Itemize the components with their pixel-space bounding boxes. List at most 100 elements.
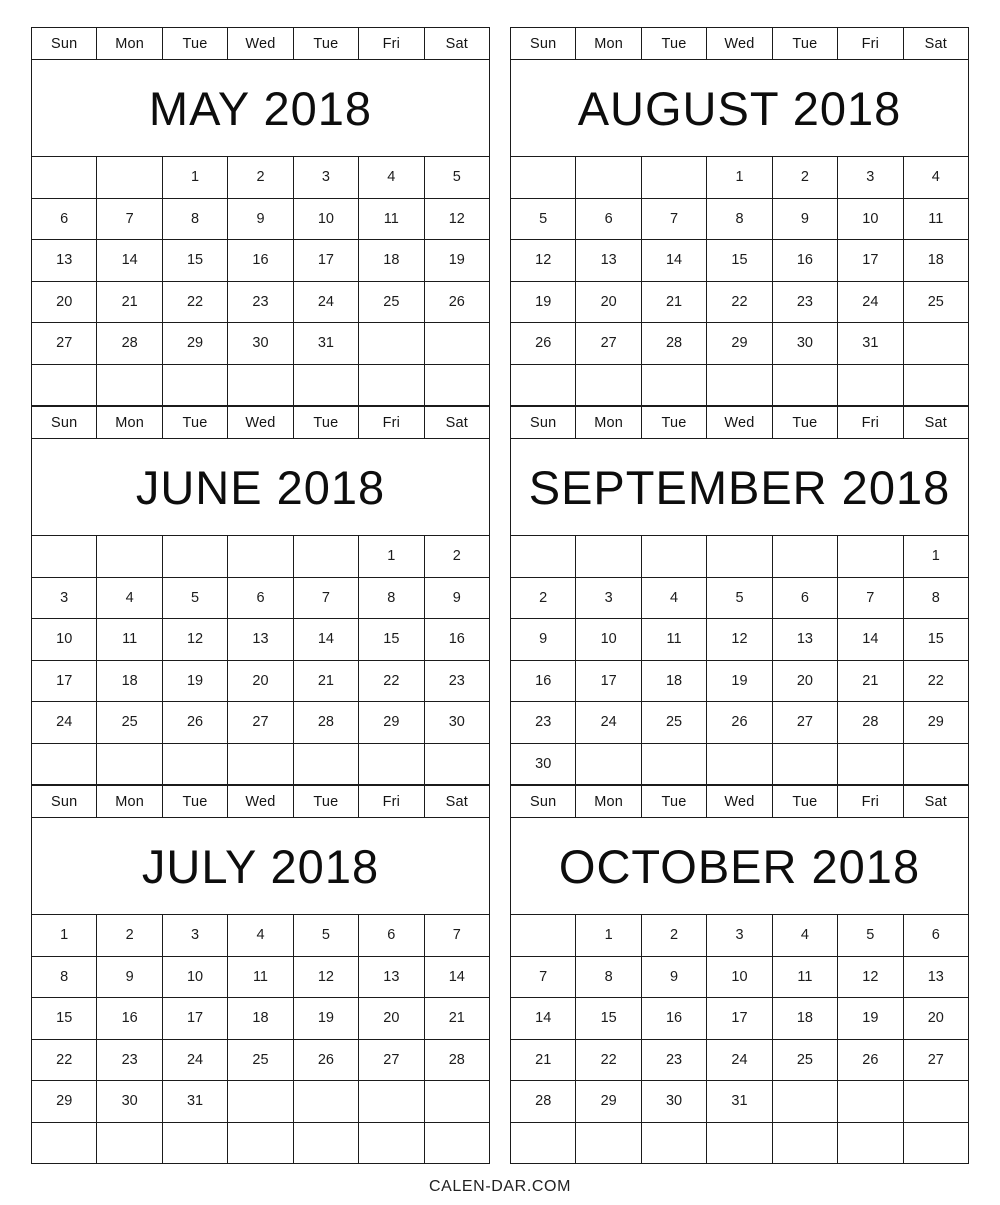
day-cell[interactable]: 4 [771, 914, 839, 957]
day-cell[interactable]: 8 [575, 955, 642, 998]
day-cell[interactable] [771, 535, 839, 578]
day-cell[interactable]: 15 [30, 997, 98, 1040]
day-cell[interactable]: 27 [575, 322, 642, 365]
day-cell[interactable]: 15 [706, 239, 773, 282]
day-cell[interactable]: 3 [706, 914, 773, 957]
day-cell[interactable]: 10 [575, 618, 642, 661]
day-cell[interactable]: 7 [640, 197, 708, 240]
day-cell[interactable]: 13 [771, 618, 839, 661]
day-cell[interactable] [292, 742, 360, 785]
day-cell[interactable]: 20 [902, 997, 970, 1040]
day-cell[interactable] [292, 363, 360, 406]
day-cell[interactable]: 11 [640, 618, 708, 661]
day-cell[interactable]: 24 [292, 280, 360, 323]
day-cell[interactable]: 16 [423, 618, 491, 661]
day-cell[interactable]: 10 [161, 955, 229, 998]
day-cell[interactable] [771, 742, 839, 785]
day-cell[interactable]: 18 [902, 239, 970, 282]
day-cell[interactable]: 15 [358, 618, 425, 661]
day-cell[interactable]: 16 [96, 997, 163, 1040]
day-cell[interactable]: 24 [837, 280, 904, 323]
day-cell[interactable] [161, 742, 229, 785]
day-cell[interactable]: 22 [161, 280, 229, 323]
day-cell[interactable] [423, 322, 491, 365]
day-cell[interactable] [96, 742, 163, 785]
day-cell[interactable] [96, 363, 163, 406]
day-cell[interactable]: 21 [423, 997, 491, 1040]
day-cell[interactable]: 29 [575, 1080, 642, 1123]
day-cell[interactable]: 16 [771, 239, 839, 282]
site-footer[interactable]: CALEN-DAR.COM [0, 1178, 1000, 1196]
day-cell[interactable]: 19 [706, 659, 773, 702]
day-cell[interactable]: 22 [706, 280, 773, 323]
day-cell[interactable]: 11 [902, 197, 970, 240]
day-cell[interactable]: 27 [30, 322, 98, 365]
day-cell[interactable]: 30 [640, 1080, 708, 1123]
day-cell[interactable]: 24 [575, 701, 642, 744]
day-cell[interactable]: 1 [706, 156, 773, 199]
day-cell[interactable]: 10 [706, 955, 773, 998]
day-cell[interactable]: 17 [292, 239, 360, 282]
day-cell[interactable] [640, 535, 708, 578]
day-cell[interactable] [837, 1121, 904, 1164]
day-cell[interactable]: 26 [706, 701, 773, 744]
day-cell[interactable]: 29 [358, 701, 425, 744]
day-cell[interactable]: 12 [509, 239, 577, 282]
day-cell[interactable]: 21 [96, 280, 163, 323]
day-cell[interactable]: 29 [161, 322, 229, 365]
day-cell[interactable]: 18 [96, 659, 163, 702]
day-cell[interactable]: 8 [30, 955, 98, 998]
day-cell[interactable] [227, 742, 294, 785]
day-cell[interactable] [902, 742, 970, 785]
day-cell[interactable]: 10 [292, 197, 360, 240]
day-cell[interactable]: 26 [837, 1038, 904, 1081]
day-cell[interactable]: 19 [292, 997, 360, 1040]
day-cell[interactable]: 14 [837, 618, 904, 661]
day-cell[interactable] [161, 535, 229, 578]
day-cell[interactable] [640, 742, 708, 785]
day-cell[interactable] [358, 1121, 425, 1164]
day-cell[interactable]: 16 [227, 239, 294, 282]
day-cell[interactable]: 1 [161, 156, 229, 199]
day-cell[interactable]: 7 [423, 914, 491, 957]
day-cell[interactable]: 25 [358, 280, 425, 323]
day-cell[interactable]: 25 [96, 701, 163, 744]
day-cell[interactable]: 27 [227, 701, 294, 744]
day-cell[interactable]: 15 [161, 239, 229, 282]
day-cell[interactable] [706, 363, 773, 406]
day-cell[interactable]: 5 [706, 576, 773, 619]
day-cell[interactable]: 4 [358, 156, 425, 199]
day-cell[interactable]: 31 [161, 1080, 229, 1123]
day-cell[interactable]: 31 [292, 322, 360, 365]
day-cell[interactable]: 16 [509, 659, 577, 702]
day-cell[interactable]: 16 [640, 997, 708, 1040]
day-cell[interactable] [640, 363, 708, 406]
day-cell[interactable]: 22 [575, 1038, 642, 1081]
day-cell[interactable] [96, 1121, 163, 1164]
day-cell[interactable]: 17 [161, 997, 229, 1040]
day-cell[interactable] [575, 1121, 642, 1164]
day-cell[interactable] [771, 1121, 839, 1164]
day-cell[interactable]: 28 [292, 701, 360, 744]
day-cell[interactable]: 2 [227, 156, 294, 199]
day-cell[interactable]: 12 [292, 955, 360, 998]
day-cell[interactable] [423, 742, 491, 785]
day-cell[interactable]: 10 [30, 618, 98, 661]
day-cell[interactable]: 12 [161, 618, 229, 661]
day-cell[interactable]: 5 [161, 576, 229, 619]
day-cell[interactable]: 31 [706, 1080, 773, 1123]
day-cell[interactable]: 10 [837, 197, 904, 240]
day-cell[interactable] [227, 1080, 294, 1123]
day-cell[interactable]: 1 [575, 914, 642, 957]
day-cell[interactable]: 28 [423, 1038, 491, 1081]
day-cell[interactable]: 20 [30, 280, 98, 323]
day-cell[interactable]: 3 [30, 576, 98, 619]
day-cell[interactable]: 29 [902, 701, 970, 744]
day-cell[interactable] [423, 1080, 491, 1123]
day-cell[interactable]: 28 [837, 701, 904, 744]
day-cell[interactable]: 12 [706, 618, 773, 661]
day-cell[interactable]: 9 [509, 618, 577, 661]
day-cell[interactable]: 7 [292, 576, 360, 619]
day-cell[interactable]: 22 [30, 1038, 98, 1081]
day-cell[interactable]: 4 [96, 576, 163, 619]
